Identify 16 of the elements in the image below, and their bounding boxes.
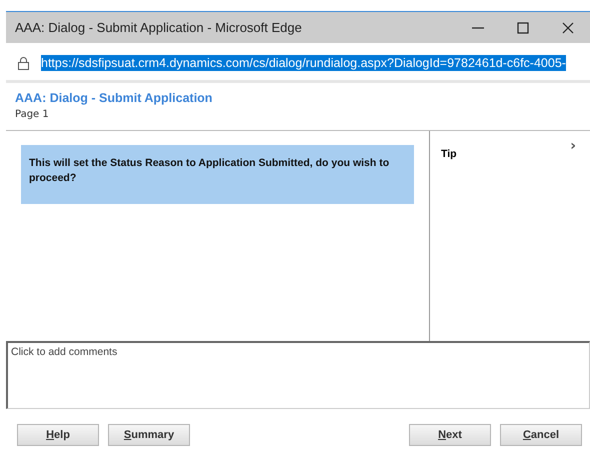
address-field[interactable]: https://sdsfipsuat.crm4.dynamics.com/cs/dialog/rundialog.aspx?DialogId=9782461d-c6fc-4005- (41, 55, 566, 71)
dialog-button[interactable]: Summary (108, 424, 190, 446)
dialog-button[interactable]: Help (17, 424, 99, 446)
close-icon[interactable] (562, 22, 574, 34)
window-title: AAA: Dialog - Submit Application - Microsoft Edge (15, 20, 303, 35)
dialog-button[interactable]: Cancel (500, 424, 582, 446)
page-label: Page 1 (15, 109, 50, 120)
expand-tip-button[interactable]: › (570, 139, 576, 153)
lock-icon (18, 56, 29, 70)
tip-label: Tip (441, 148, 457, 162)
minimize-icon[interactable] (472, 26, 484, 28)
dialog-button[interactable]: Next (409, 424, 491, 446)
maximize-icon[interactable] (516, 22, 528, 34)
comments-field[interactable]: Click to add comments (6, 341, 590, 409)
message-panel: This will set the Status Reason to Application Submitted, do you wish to proceed? (21, 145, 414, 204)
dialog-title: AAA: Dialog - Submit Application (15, 91, 214, 105)
